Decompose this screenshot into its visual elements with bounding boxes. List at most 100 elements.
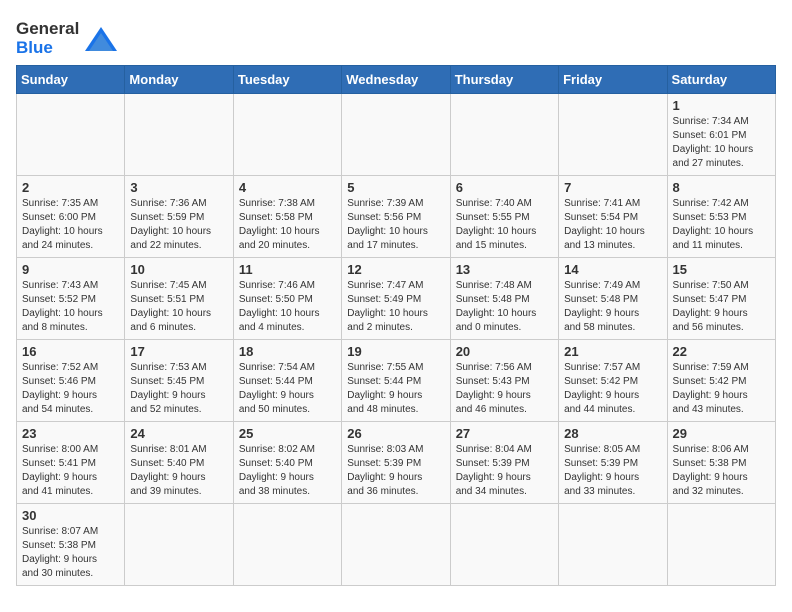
day-number: 28: [564, 426, 661, 441]
day-info: Sunrise: 8:01 AM Sunset: 5:40 PM Dayligh…: [130, 443, 227, 499]
calendar-cell: 27Sunrise: 8:04 AM Sunset: 5:39 PM Dayli…: [450, 422, 558, 504]
day-number: 30: [22, 508, 119, 523]
calendar-week-row: 9 Sunrise: 7:43 AM Sunset: 5:52 PM Daylig…: [17, 258, 776, 340]
day-number: 10: [130, 262, 227, 277]
calendar-cell: 18Sunrise: 7:54 AM Sunset: 5:44 PM Dayli…: [233, 340, 341, 422]
day-info: Sunrise: 7:56 AM Sunset: 5:43 PM Dayligh…: [456, 361, 553, 417]
day-info: Sunrise: 7:50 AM Sunset: 5:47 PM Dayligh…: [673, 279, 770, 335]
day-info: Sunrise: 7:35 AM Sunset: 6:00 PM Dayligh…: [22, 197, 119, 253]
day-number: 21: [564, 344, 661, 359]
day-number: 22: [673, 344, 770, 359]
calendar-cell: [233, 504, 341, 586]
calendar-cell: 7Sunrise: 7:41 AM Sunset: 5:54 PM Daylig…: [559, 176, 667, 258]
calendar-cell: [450, 504, 558, 586]
day-info: Sunrise: 7:42 AM Sunset: 5:53 PM Dayligh…: [673, 197, 770, 253]
calendar-cell: [17, 94, 125, 176]
day-info: Sunrise: 7:48 AM Sunset: 5:48 PM Dayligh…: [456, 279, 553, 335]
calendar-cell: 3Sunrise: 7:36 AM Sunset: 5:59 PM Daylig…: [125, 176, 233, 258]
day-info: Sunrise: 7:47 AM Sunset: 5:49 PM Dayligh…: [347, 279, 444, 335]
day-number: 12: [347, 262, 444, 277]
calendar-cell: 4 Sunrise: 7:38 AM Sunset: 5:58 PM Daylig…: [233, 176, 341, 258]
weekday-header: Sunday: [17, 66, 125, 94]
day-number: 13: [456, 262, 553, 277]
weekday-header: Saturday: [667, 66, 775, 94]
calendar-cell: 24Sunrise: 8:01 AM Sunset: 5:40 PM Dayli…: [125, 422, 233, 504]
calendar-cell: [450, 94, 558, 176]
day-number: 19: [347, 344, 444, 359]
day-number: 11: [239, 262, 336, 277]
day-number: 16: [22, 344, 119, 359]
calendar-cell: 17 Sunrise: 7:53 AM Sunset: 5:45 PM Dayli…: [125, 340, 233, 422]
calendar-cell: [559, 504, 667, 586]
day-info: Sunrise: 7:45 AM Sunset: 5:51 PM Dayligh…: [130, 279, 227, 335]
calendar-cell: 15Sunrise: 7:50 AM Sunset: 5:47 PM Dayli…: [667, 258, 775, 340]
calendar-cell: 14 Sunrise: 7:49 AM Sunset: 5:48 PM Dayli…: [559, 258, 667, 340]
calendar-cell: 19 Sunrise: 7:55 AM Sunset: 5:44 PM Dayli…: [342, 340, 450, 422]
day-info: Sunrise: 7:46 AM Sunset: 5:50 PM Dayligh…: [239, 279, 336, 335]
calendar-cell: [233, 94, 341, 176]
day-info: Sunrise: 7:40 AM Sunset: 5:55 PM Dayligh…: [456, 197, 553, 253]
calendar-cell: 1 Sunrise: 7:34 AM Sunset: 6:01 PM Daylig…: [667, 94, 775, 176]
day-number: 4: [239, 180, 336, 195]
calendar-cell: [559, 94, 667, 176]
day-number: 26: [347, 426, 444, 441]
day-info: Sunrise: 8:00 AM Sunset: 5:41 PM Dayligh…: [22, 443, 119, 499]
day-info: Sunrise: 8:02 AM Sunset: 5:40 PM Dayligh…: [239, 443, 336, 499]
day-number: 9: [22, 262, 119, 277]
calendar-cell: 26 Sunrise: 8:03 AM Sunset: 5:39 PM Dayli…: [342, 422, 450, 504]
logo: General Blue: [16, 20, 119, 57]
weekday-header: Friday: [559, 66, 667, 94]
calendar-cell: 12 Sunrise: 7:47 AM Sunset: 5:49 PM Dayli…: [342, 258, 450, 340]
day-info: Sunrise: 7:38 AM Sunset: 5:58 PM Dayligh…: [239, 197, 336, 253]
day-number: 1: [673, 98, 770, 113]
logo-icon: [83, 25, 119, 53]
calendar-cell: [342, 94, 450, 176]
day-number: 20: [456, 344, 553, 359]
day-info: Sunrise: 7:59 AM Sunset: 5:42 PM Dayligh…: [673, 361, 770, 417]
day-number: 23: [22, 426, 119, 441]
day-number: 14: [564, 262, 661, 277]
day-info: Sunrise: 7:55 AM Sunset: 5:44 PM Dayligh…: [347, 361, 444, 417]
day-number: 6: [456, 180, 553, 195]
calendar-cell: 22 Sunrise: 7:59 AM Sunset: 5:42 PM Dayli…: [667, 340, 775, 422]
weekday-header: Thursday: [450, 66, 558, 94]
calendar-cell: 5 Sunrise: 7:39 AM Sunset: 5:56 PM Daylig…: [342, 176, 450, 258]
calendar-cell: [342, 504, 450, 586]
day-info: Sunrise: 8:06 AM Sunset: 5:38 PM Dayligh…: [673, 443, 770, 499]
day-info: Sunrise: 7:49 AM Sunset: 5:48 PM Dayligh…: [564, 279, 661, 335]
calendar-cell: [125, 94, 233, 176]
calendar-cell: 28 Sunrise: 8:05 AM Sunset: 5:39 PM Dayli…: [559, 422, 667, 504]
calendar-cell: 29 Sunrise: 8:06 AM Sunset: 5:38 PM Dayli…: [667, 422, 775, 504]
calendar-cell: 6 Sunrise: 7:40 AM Sunset: 5:55 PM Daylig…: [450, 176, 558, 258]
day-info: Sunrise: 8:04 AM Sunset: 5:39 PM Dayligh…: [456, 443, 553, 499]
calendar-cell: [125, 504, 233, 586]
day-info: Sunrise: 7:39 AM Sunset: 5:56 PM Dayligh…: [347, 197, 444, 253]
calendar-week-row: 2 Sunrise: 7:35 AM Sunset: 6:00 PM Daylig…: [17, 176, 776, 258]
day-info: Sunrise: 7:34 AM Sunset: 6:01 PM Dayligh…: [673, 115, 770, 171]
day-info: Sunrise: 8:05 AM Sunset: 5:39 PM Dayligh…: [564, 443, 661, 499]
calendar-cell: 21 Sunrise: 7:57 AM Sunset: 5:42 PM Dayli…: [559, 340, 667, 422]
day-info: Sunrise: 7:41 AM Sunset: 5:54 PM Dayligh…: [564, 197, 661, 253]
day-number: 17: [130, 344, 227, 359]
day-number: 25: [239, 426, 336, 441]
day-number: 29: [673, 426, 770, 441]
day-number: 5: [347, 180, 444, 195]
calendar-cell: 9 Sunrise: 7:43 AM Sunset: 5:52 PM Daylig…: [17, 258, 125, 340]
day-number: 18: [239, 344, 336, 359]
weekday-header: Wednesday: [342, 66, 450, 94]
day-info: Sunrise: 7:53 AM Sunset: 5:45 PM Dayligh…: [130, 361, 227, 417]
calendar-cell: 16Sunrise: 7:52 AM Sunset: 5:46 PM Dayli…: [17, 340, 125, 422]
calendar-cell: 25 Sunrise: 8:02 AM Sunset: 5:40 PM Dayli…: [233, 422, 341, 504]
day-info: Sunrise: 7:57 AM Sunset: 5:42 PM Dayligh…: [564, 361, 661, 417]
calendar-week-row: 1 Sunrise: 7:34 AM Sunset: 6:01 PM Daylig…: [17, 94, 776, 176]
calendar-cell: 23 Sunrise: 8:00 AM Sunset: 5:41 PM Dayli…: [17, 422, 125, 504]
calendar-cell: 20 Sunrise: 7:56 AM Sunset: 5:43 PM Dayli…: [450, 340, 558, 422]
day-number: 2: [22, 180, 119, 195]
calendar-cell: 13 Sunrise: 7:48 AM Sunset: 5:48 PM Dayli…: [450, 258, 558, 340]
day-info: Sunrise: 7:43 AM Sunset: 5:52 PM Dayligh…: [22, 279, 119, 335]
calendar-cell: 10 Sunrise: 7:45 AM Sunset: 5:51 PM Dayli…: [125, 258, 233, 340]
calendar-cell: 30Sunrise: 8:07 AM Sunset: 5:38 PM Dayli…: [17, 504, 125, 586]
day-info: Sunrise: 8:03 AM Sunset: 5:39 PM Dayligh…: [347, 443, 444, 499]
weekday-header-row: SundayMondayTuesdayWednesdayThursdayFrid…: [17, 66, 776, 94]
calendar-table: SundayMondayTuesdayWednesdayThursdayFrid…: [16, 65, 776, 586]
